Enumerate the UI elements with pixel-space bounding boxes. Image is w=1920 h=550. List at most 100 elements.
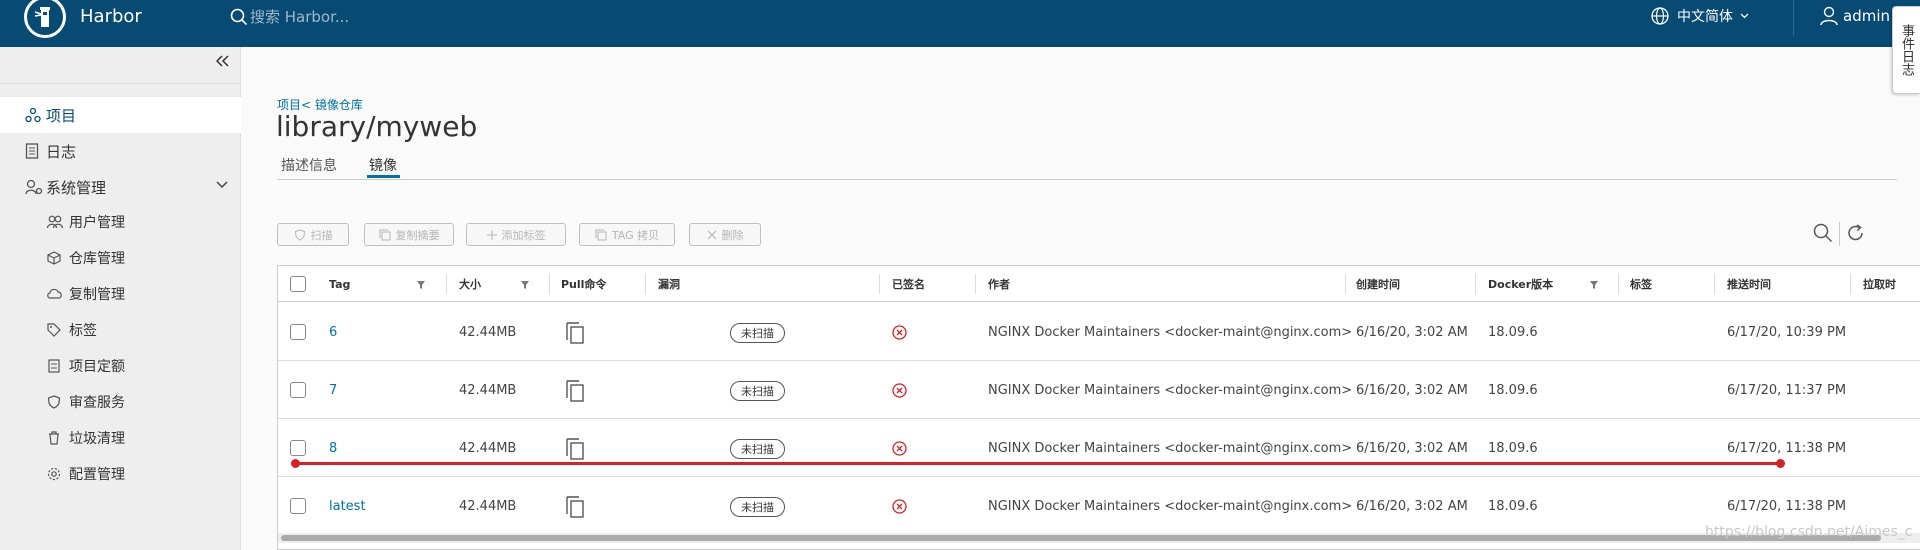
language-selector[interactable]: 中文简体 [1650,6,1749,26]
sidebar-divider [0,83,241,84]
active-tab-indicator [367,175,400,178]
header-divider [1793,0,1794,36]
author-cell: NGINX Docker Maintainers <docker-maint@n… [988,324,1353,340]
event-log-tab[interactable]: 事件日志 [1892,6,1920,94]
unsigned-icon [892,325,907,340]
chevron-down-icon [1740,13,1749,19]
filter-icon[interactable] [1590,281,1598,289]
copy-icon[interactable] [565,437,585,461]
sidebar-item-replication[interactable]: 复制管理 [0,276,241,312]
trash-icon [49,431,59,445]
tag-icon [47,323,61,337]
username: admin [1843,7,1890,25]
tag-link[interactable]: 7 [329,383,337,398]
column-header-pull-time[interactable]: 拉取时 [1863,266,1896,302]
created-cell: 6/16/20, 3:02 AM [1356,498,1468,514]
docker-version-cell: 18.09.6 [1488,440,1538,456]
globe-icon [1651,7,1669,25]
column-header-created[interactable]: 创建时间 [1356,266,1400,302]
sidebar-item-registries[interactable]: 仓库管理 [0,240,241,276]
select-all-checkbox[interactable] [290,276,306,292]
copy-icon[interactable] [565,321,585,345]
column-header-tag[interactable]: Tag [329,266,350,302]
copy-icon[interactable] [565,495,585,519]
table-row[interactable]: 6 42.44MB 未扫描 NGINX Docker Maintainers <… [278,303,1920,361]
search-icon[interactable] [230,8,248,26]
tags-table: Tag 大小 Pull命令 漏洞 已签名 作者 创建时间 Docker版本 标签… [277,265,1920,550]
column-separator [645,274,646,294]
annotation-dot [291,459,300,468]
sidebar-item-projects[interactable]: 项目 [0,97,241,133]
column-header-author[interactable]: 作者 [988,266,1010,302]
add-label-button[interactable]: 添加标签 [466,223,566,246]
column-header-push-time[interactable]: 推送时间 [1727,266,1771,302]
row-checkbox[interactable] [290,324,306,340]
collapse-sidebar-icon[interactable] [216,55,230,67]
tag-link[interactable]: 6 [329,325,337,340]
quota-icon [48,359,60,373]
copy-icon[interactable] [565,379,585,403]
unsigned-icon [892,499,907,514]
filter-icon[interactable] [417,281,425,289]
user-menu[interactable]: admin [1820,6,1890,26]
column-header-size[interactable]: 大小 [459,266,481,302]
search-icon[interactable] [1812,222,1834,244]
tag-link[interactable]: latest [329,499,366,514]
column-header-labels: 标签 [1630,278,1652,291]
copy-icon [595,229,607,240]
docker-version-cell: 18.09.6 [1488,382,1538,398]
filter-icon[interactable] [521,281,529,289]
sidebar-item-gc[interactable]: 垃圾清理 [0,420,241,456]
row-checkbox[interactable] [290,382,306,398]
table-row[interactable]: latest 42.44MB 未扫描 NGINX Docker Maintain… [278,477,1920,535]
users-icon [47,215,63,229]
sidebar-item-logs[interactable]: 日志 [0,133,241,169]
push-time-cell: 6/17/20, 10:39 PM [1727,324,1847,340]
sidebar-item-admin[interactable]: 系统管理 [0,169,241,205]
copy-digest-button[interactable]: 复制摘要 [364,223,454,246]
tag-link[interactable]: 8 [329,441,337,456]
sidebar-item-labels[interactable]: 标签 [0,312,241,348]
admin-icon [25,179,43,195]
table-row[interactable]: 8 42.44MB 未扫描 NGINX Docker Maintainers <… [278,419,1920,477]
column-header-docker-version[interactable]: Docker版本 [1488,266,1553,302]
scrollbar-thumb[interactable] [281,535,1881,541]
tag-copy-button[interactable]: TAG 拷贝 [579,223,675,246]
created-cell: 6/16/20, 3:02 AM [1356,440,1468,456]
column-header-signed[interactable]: 已签名 [892,266,925,302]
created-cell: 6/16/20, 3:02 AM [1356,324,1468,340]
sub-item-label: 用户管理 [69,215,125,231]
replication-icon [47,288,62,299]
column-separator [549,274,550,294]
sub-item-label: 标签 [69,323,97,339]
tab-description[interactable]: 描述信息 [281,155,337,175]
refresh-icon[interactable] [1846,222,1866,244]
language-label: 中文简体 [1677,9,1733,25]
horizontal-scrollbar[interactable] [278,533,1920,543]
delete-button[interactable]: 删除 [689,223,761,246]
sidebar-item-label: 日志 [46,142,77,161]
author-cell: NGINX Docker Maintainers <docker-maint@n… [988,440,1353,456]
column-header-vulnerabilities[interactable]: 漏洞 [658,266,680,302]
size-cell: 42.44MB [459,382,517,398]
search-input[interactable] [248,4,548,30]
status-badge: 未扫描 [730,381,785,401]
row-checkbox[interactable] [290,440,306,456]
registry-icon [47,251,61,265]
sidebar-item-configuration[interactable]: 配置管理 [0,456,241,492]
row-checkbox[interactable] [290,498,306,514]
sidebar-item-interrogation[interactable]: 审查服务 [0,384,241,420]
harbor-logo[interactable] [24,0,66,38]
column-header-pull: Pull命令 [561,278,607,291]
sidebar-item-users[interactable]: 用户管理 [0,204,241,240]
sub-item-label: 配置管理 [69,467,125,483]
table-row[interactable]: 7 42.44MB 未扫描 NGINX Docker Maintainers <… [278,361,1920,419]
tab-images[interactable]: 镜像 [369,155,397,175]
unsigned-icon [892,383,907,398]
scan-button[interactable]: 扫描 [277,223,349,246]
sub-item-label: 垃圾清理 [69,431,125,447]
push-time-cell: 6/17/20, 11:38 PM [1727,440,1847,456]
top-navbar: Harbor 中文简体 admin [0,0,1920,47]
shield-check-icon [294,228,305,241]
sidebar-item-quotas[interactable]: 项目定额 [0,348,241,384]
